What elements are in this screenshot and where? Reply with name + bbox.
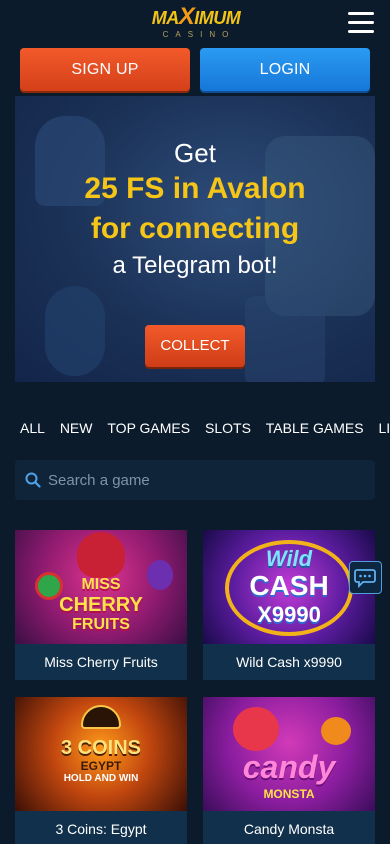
game-card-3-coins-egypt[interactable]: 3 COINS EGYPT HOLD AND WIN 3 Coins: Egyp… [15,697,187,844]
game-title: Miss Cherry Fruits [15,644,187,680]
game-card-wild-cash-x9990[interactable]: Wild CASH X9990 Wild Cash x9990 [203,530,375,680]
chat-button[interactable] [349,561,382,594]
tab-slots[interactable]: SLOTS [205,420,251,436]
chat-icon [354,569,376,589]
game-title: 3 Coins: Egypt [15,811,187,844]
search-bar [15,460,375,500]
pumpkin-icon [321,717,351,745]
hamburger-menu-icon[interactable] [348,12,374,34]
header: MAXIMUM CASINO [0,0,390,46]
collect-button[interactable]: COLLECT [145,325,245,367]
logo-wordmark: MAXIMUM [151,3,241,30]
game-title: Wild Cash x9990 [203,644,375,680]
search-input[interactable] [48,460,368,500]
tab-live-shows[interactable]: LIVE SH [378,420,390,436]
login-button[interactable]: LOGIN [200,48,370,91]
game-thumbnail: 3 COINS EGYPT HOLD AND WIN [15,697,187,811]
logo-subtitle: CASINO [162,30,236,39]
game-thumbnail: MISS CHERRY FRUITS [15,530,187,644]
search-icon [25,472,41,488]
tab-table-games[interactable]: TABLE GAMES [266,420,364,436]
banner-decoration [245,296,325,382]
banner-line-1: Get [174,138,216,168]
game-thumbnail: candy MONSTA [203,697,375,811]
sign-up-button[interactable]: SIGN UP [20,48,190,91]
banner-decoration [45,286,105,376]
monster-icon [233,707,279,751]
logo[interactable]: MAXIMUM CASINO [140,3,252,42]
scarab-icon [81,705,121,729]
category-tabs: ALL NEW TOP GAMES SLOTS TABLE GAMES LIVE… [20,420,390,440]
casino-page: MAXIMUM CASINO SIGN UP LOGIN Get 25 FS i… [0,0,390,844]
game-card-miss-cherry-fruits[interactable]: MISS CHERRY FRUITS Miss Cherry Fruits [15,530,187,680]
banner-line-3: for connecting [90,212,300,245]
character-icon [77,532,125,578]
banner-line-4: a Telegram bot! [112,252,278,279]
tab-all[interactable]: ALL [20,420,45,436]
tab-top-games[interactable]: TOP GAMES [107,420,190,436]
game-title: Candy Monsta [203,811,375,844]
promo-banner[interactable]: Get 25 FS in Avalon for connecting a Tel… [15,96,375,382]
game-card-candy-monsta[interactable]: candy MONSTA Candy Monsta [203,697,375,844]
tab-new[interactable]: NEW [60,420,93,436]
banner-line-2: 25 FS in Avalon [84,172,306,205]
